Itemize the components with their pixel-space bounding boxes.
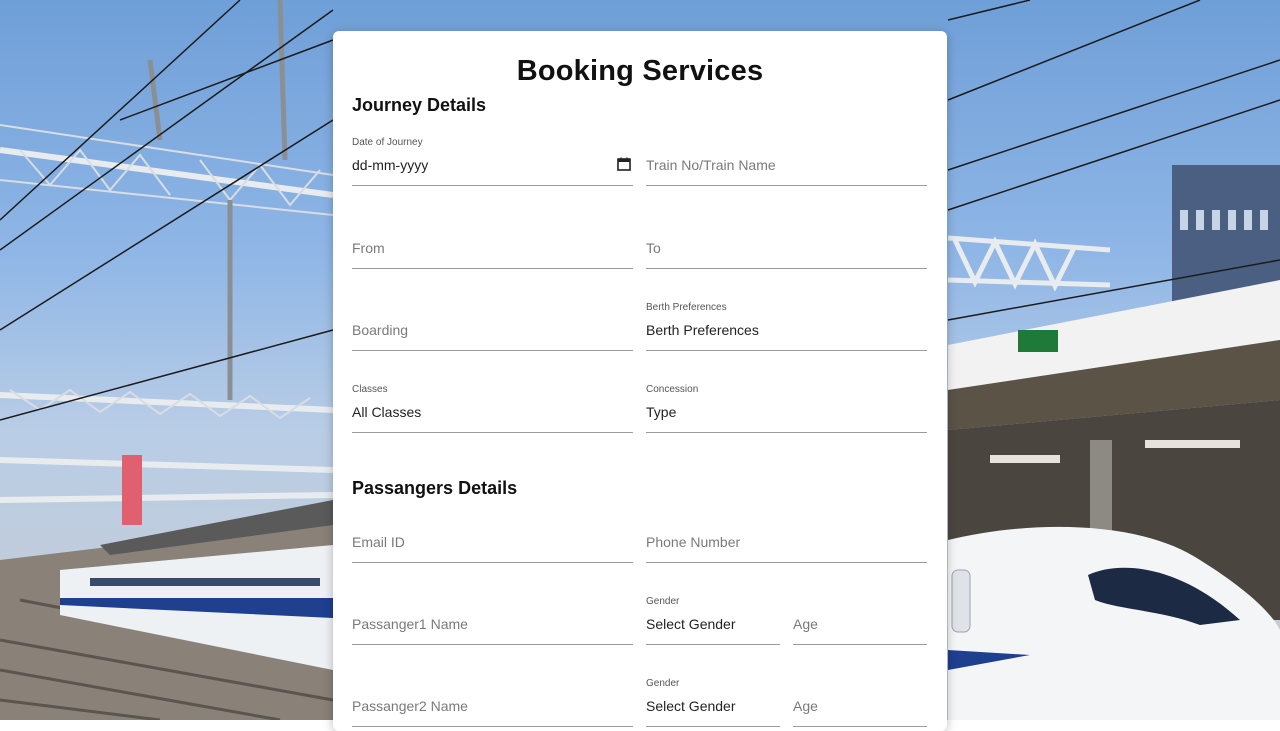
concession-value: Type [646,404,677,420]
date-of-journey-field[interactable]: Date of Journey dd-mm-yyyy [352,137,633,186]
passengers-details-heading: Passangers Details [352,478,518,498]
passenger1-age-input[interactable]: Age [793,596,927,645]
passenger1-gender-label: Gender [646,596,680,607]
journey-details-heading: Journey Details [352,95,487,115]
from-placeholder: From [352,240,385,256]
train-number-input[interactable]: Train No/Train Name [646,137,927,186]
train-number-placeholder: Train No/Train Name [646,157,776,173]
date-of-journey-value: dd-mm-yyyy [352,157,429,173]
to-placeholder: To [646,240,661,256]
passenger1-gender-select[interactable]: Gender Select Gender [646,596,780,645]
date-of-journey-label: Date of Journey [352,137,423,148]
to-input[interactable]: To [646,220,927,269]
page-title: Booking Services [516,55,764,87]
passenger1-name-placeholder: Passanger1 Name [352,616,468,632]
passenger2-gender-label: Gender [646,678,680,689]
classes-select[interactable]: Classes All Classes [352,384,633,433]
berth-preferences-select[interactable]: Berth Preferences Berth Preferences [646,302,927,351]
calendar-icon[interactable] [617,157,631,171]
email-placeholder: Email ID [352,534,405,550]
passenger1-gender-value: Select Gender [646,616,736,632]
passenger2-name-placeholder: Passanger2 Name [352,698,468,714]
classes-label: Classes [352,384,388,395]
phone-input[interactable]: Phone Number [646,514,927,563]
berth-preferences-label: Berth Preferences [646,302,727,313]
classes-value: All Classes [352,404,422,420]
email-input[interactable]: Email ID [352,514,633,563]
passenger1-age-placeholder: Age [793,616,818,632]
from-input[interactable]: From [352,220,633,269]
concession-select[interactable]: Concession Type [646,384,927,433]
passenger2-gender-value: Select Gender [646,698,736,714]
passenger1-name-input[interactable]: Passanger1 Name [352,596,633,645]
boarding-placeholder: Boarding [352,322,409,338]
phone-placeholder: Phone Number [646,534,741,550]
passenger2-age-placeholder: Age [793,698,818,714]
boarding-input[interactable]: Boarding [352,302,633,351]
concession-label: Concession [646,384,699,395]
booking-form-card: Booking Services Journey Details Date of… [333,31,947,731]
berth-preferences-value: Berth Preferences [646,322,759,338]
